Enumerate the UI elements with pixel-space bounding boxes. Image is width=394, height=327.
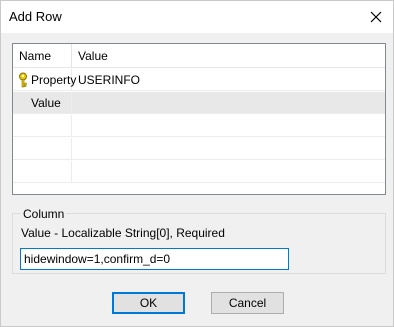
grid-empty-row xyxy=(13,161,385,183)
column-description: Value - Localizable String[0], Required xyxy=(21,226,225,240)
grid-cell-value[interactable]: USERINFO xyxy=(72,69,385,91)
grid-cell-value[interactable] xyxy=(72,92,385,114)
grid-header: Name Value xyxy=(13,44,385,68)
column-group-legend: Column xyxy=(21,207,67,221)
grid-cell-name-text: Value xyxy=(31,96,61,110)
grid-empty-row xyxy=(13,138,385,160)
window-title: Add Row xyxy=(9,9,62,24)
add-row-dialog: Add Row Name Value Property USERINFO Val… xyxy=(0,0,394,327)
close-button[interactable] xyxy=(359,1,393,33)
ok-button[interactable]: OK xyxy=(112,292,185,314)
grid-empty-cell xyxy=(13,115,72,137)
grid-row-property[interactable]: Property USERINFO xyxy=(13,69,385,91)
key-icon xyxy=(19,72,27,88)
cancel-button[interactable]: Cancel xyxy=(211,292,284,314)
grid-empty-cell xyxy=(13,138,72,160)
grid-row-value[interactable]: Value xyxy=(13,92,385,114)
grid-empty-cell xyxy=(13,161,72,183)
title-bar: Add Row xyxy=(1,1,393,33)
close-icon xyxy=(370,11,382,23)
column-header-name[interactable]: Name xyxy=(13,44,72,68)
grid-cell-name: Property xyxy=(13,69,76,91)
value-input[interactable] xyxy=(20,248,289,270)
rows-grid[interactable]: Name Value Property USERINFO Value xyxy=(12,43,386,195)
grid-empty-row xyxy=(13,115,385,137)
grid-cell-name: Value xyxy=(13,92,72,114)
grid-cell-name-text: Property xyxy=(31,73,77,87)
column-header-value[interactable]: Value xyxy=(72,44,385,68)
